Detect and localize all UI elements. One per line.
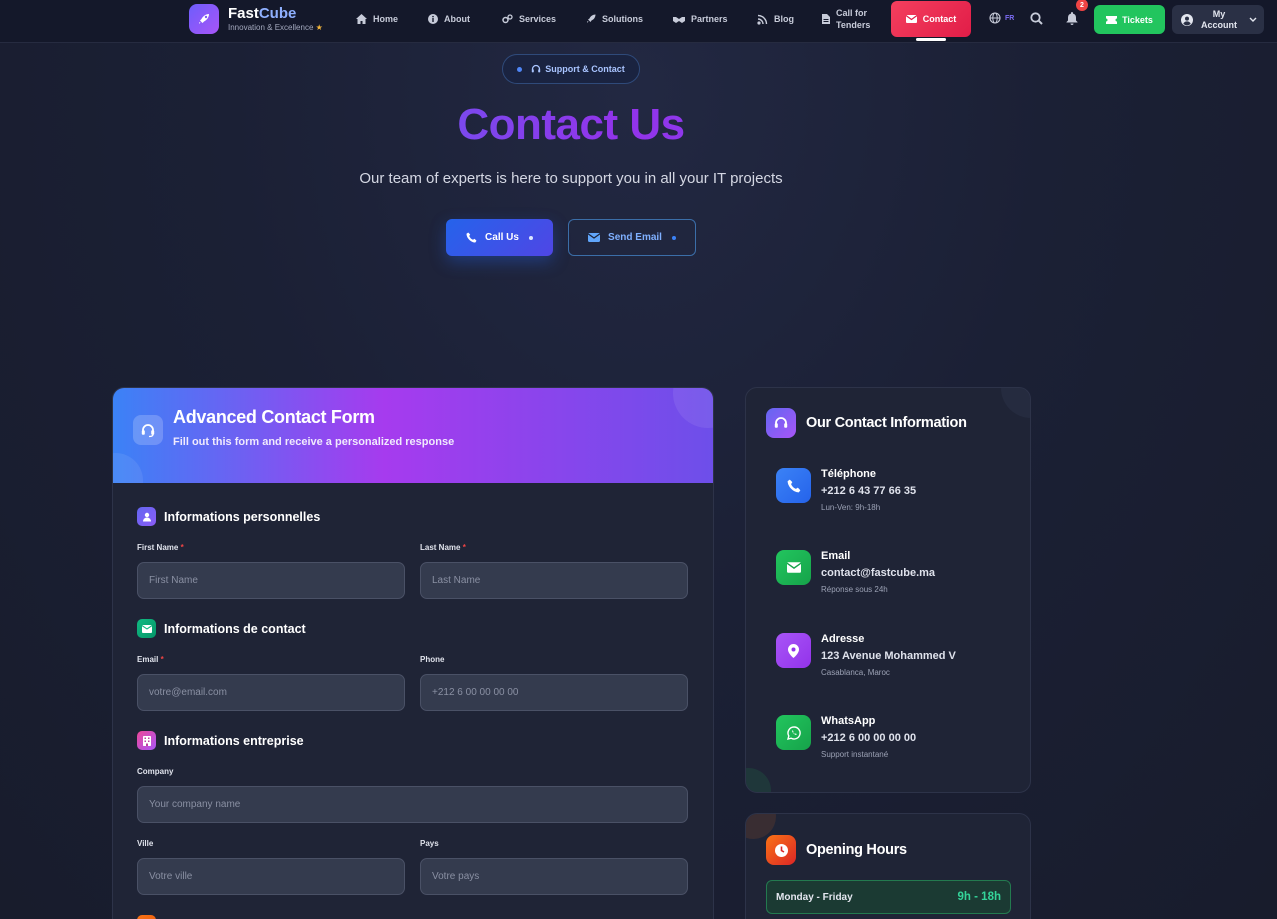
- company-label: Company: [137, 767, 174, 776]
- my-account-dropdown[interactable]: My Account: [1172, 5, 1264, 34]
- decorative-circle: [673, 388, 713, 428]
- envelope-icon: [905, 15, 917, 23]
- form-header: Advanced Contact Form Fill out this form…: [113, 388, 713, 483]
- clock-icon: [766, 835, 796, 865]
- email-input[interactable]: [137, 674, 405, 711]
- send-email-button[interactable]: Send Email: [568, 219, 696, 256]
- chevron-down-icon: [1249, 17, 1257, 22]
- last-name-label: Last Name *: [420, 543, 466, 552]
- nav-services[interactable]: Services: [502, 0, 556, 38]
- contact-info-header: Our Contact Information: [766, 408, 967, 438]
- top-navbar: FastCube Innovation & Excellence ★ Home …: [0, 0, 1277, 43]
- envelope-icon: [776, 550, 811, 585]
- user-icon: [137, 507, 156, 526]
- rocket-icon: [587, 14, 596, 23]
- cogs-icon: [502, 14, 513, 24]
- headset-icon: [766, 408, 796, 438]
- contact-form-card: Advanced Contact Form Fill out this form…: [112, 387, 714, 919]
- hours-row-weekdays: Monday - Friday 9h - 18h: [766, 880, 1011, 914]
- city-input[interactable]: [137, 858, 405, 895]
- form-subtitle: Fill out this form and receive a persona…: [173, 436, 455, 448]
- whatsapp-icon: [776, 715, 811, 750]
- file-icon: [822, 14, 830, 24]
- phone-icon: [466, 232, 477, 243]
- page-title: Contact Us: [0, 100, 1142, 150]
- rocket-logo-icon: [189, 4, 219, 34]
- section-contact-info: Informations de contact: [137, 619, 306, 638]
- first-name-input[interactable]: [137, 562, 405, 599]
- section-personal-info: Informations personnelles: [137, 507, 320, 526]
- nav-blog[interactable]: Blog: [757, 0, 794, 38]
- nav-about[interactable]: About: [428, 0, 470, 38]
- search-icon: [1030, 12, 1043, 25]
- first-name-label: First Name *: [137, 543, 184, 552]
- notifications-button[interactable]: [1066, 12, 1078, 30]
- email-label: Email *: [137, 655, 164, 664]
- decorative-circle: [113, 453, 143, 483]
- country-input[interactable]: [420, 858, 688, 895]
- country-label: Pays: [420, 839, 439, 848]
- handshake-icon: [673, 16, 685, 23]
- nav-call-for-tenders[interactable]: Call for Tenders: [822, 0, 870, 38]
- next-section-icon: [137, 915, 156, 919]
- company-input[interactable]: [137, 786, 688, 823]
- bell-icon: [1066, 12, 1078, 25]
- envelope-icon: [137, 619, 156, 638]
- nav-home[interactable]: Home: [356, 0, 398, 38]
- search-button[interactable]: [1030, 12, 1043, 30]
- active-nav-indicator: [916, 38, 946, 41]
- call-us-button[interactable]: Call Us: [446, 219, 553, 256]
- form-title: Advanced Contact Form: [173, 407, 375, 427]
- language-switcher[interactable]: FR: [989, 12, 1014, 24]
- decorative-circle: [746, 768, 771, 792]
- nav-contact-button[interactable]: Contact: [891, 1, 971, 37]
- section-company-info: Informations entreprise: [137, 731, 304, 750]
- phone-icon: [776, 468, 811, 503]
- building-icon: [137, 731, 156, 750]
- star-icon: ★: [315, 23, 323, 32]
- button-dot: [528, 235, 533, 240]
- blog-icon: [757, 14, 768, 25]
- user-circle-icon: [1181, 13, 1193, 26]
- page-subtitle: Our team of experts is here to support y…: [359, 170, 783, 187]
- notification-count-badge: 2: [1076, 0, 1088, 11]
- headset-icon: [532, 64, 541, 73]
- brand-name: FastCube: [228, 5, 297, 22]
- envelope-icon: [588, 233, 601, 242]
- support-contact-badge: Support & Contact: [502, 54, 640, 84]
- globe-icon: [989, 12, 1001, 24]
- opening-hours-header: Opening Hours: [766, 835, 907, 865]
- button-dot: [671, 235, 676, 240]
- home-icon: [356, 14, 367, 24]
- last-name-input[interactable]: [420, 562, 688, 599]
- opening-hours-card: Opening Hours Monday - Friday 9h - 18h: [745, 813, 1031, 919]
- brand-tagline: Innovation & Excellence ★: [228, 23, 323, 32]
- brand-logo-link[interactable]: FastCube Innovation & Excellence ★: [189, 4, 323, 34]
- decorative-circle: [1001, 388, 1030, 418]
- tickets-button[interactable]: Tickets: [1094, 5, 1165, 34]
- nav-partners[interactable]: Partners: [673, 0, 728, 38]
- info-icon: [428, 14, 438, 24]
- map-pin-icon: [776, 633, 811, 668]
- headset-icon: [133, 415, 163, 445]
- ticket-icon: [1106, 15, 1118, 24]
- city-label: Ville: [137, 839, 154, 848]
- contact-info-card: Our Contact Information Téléphone +212 6…: [745, 387, 1031, 793]
- badge-dot: [517, 66, 523, 72]
- phone-input[interactable]: [420, 674, 688, 711]
- phone-label: Phone: [420, 655, 445, 664]
- nav-solutions[interactable]: Solutions: [586, 0, 643, 38]
